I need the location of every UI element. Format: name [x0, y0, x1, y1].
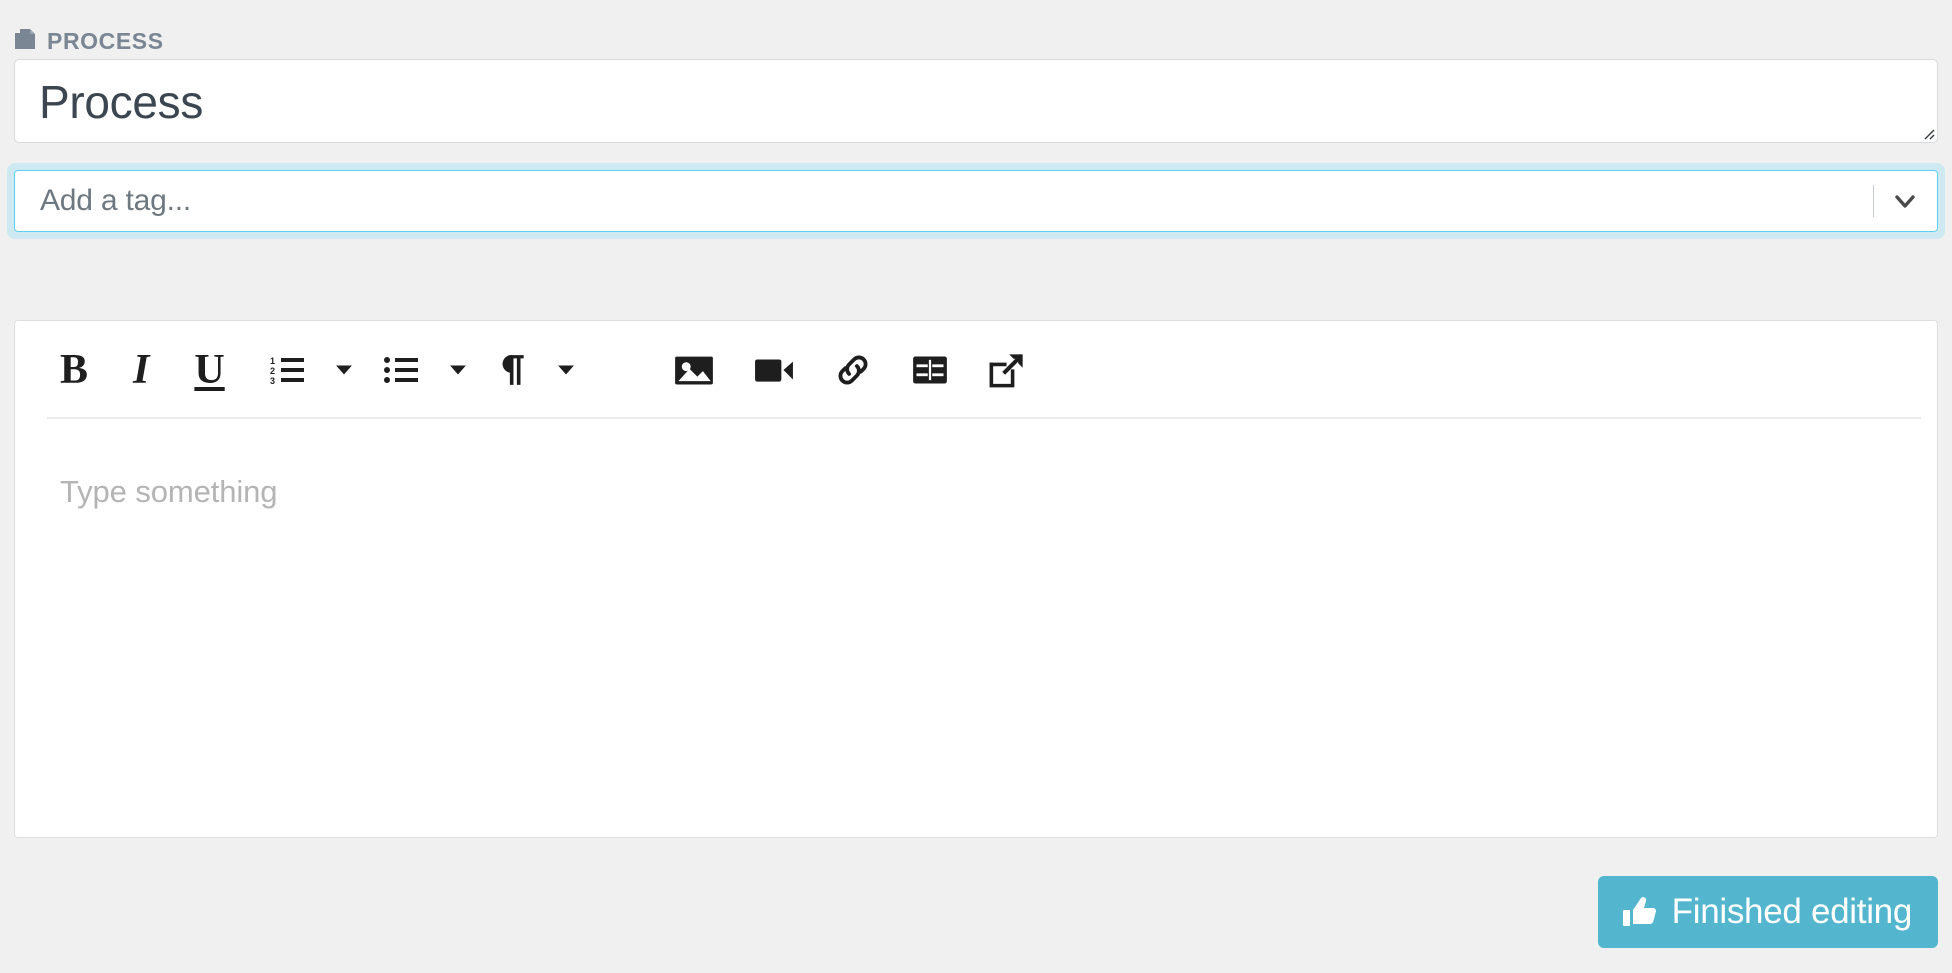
tag-select-focus-ring: Add a tag... [7, 163, 1945, 239]
chevron-down-icon[interactable] [1891, 187, 1919, 215]
insert-image-button[interactable] [674, 353, 714, 387]
section-header: PROCESS [14, 26, 164, 56]
footer-bar: Finished editing [0, 876, 1952, 973]
section-title: PROCESS [47, 27, 164, 54]
paragraph-format-dropdown[interactable] [554, 358, 578, 382]
svg-text:3: 3 [270, 376, 275, 385]
tag-input-placeholder: Add a tag... [40, 184, 192, 217]
resize-grip-icon[interactable] [1919, 124, 1935, 140]
caret-down-icon [449, 363, 467, 377]
editor-page: PROCESS Process Add a tag... B I U 1 2 3… [0, 0, 1952, 973]
editor-placeholder: Type something [60, 474, 278, 509]
editor-toolbar: B I U 1 2 3 [15, 321, 1937, 419]
unordered-list-button[interactable] [383, 355, 418, 385]
editor-content-area[interactable]: Type something [15, 419, 1937, 837]
insert-table-button[interactable] [912, 353, 948, 387]
ordered-list-dropdown[interactable] [332, 358, 356, 382]
copy-pages-icon [14, 28, 38, 54]
svg-text:2: 2 [270, 366, 275, 376]
italic-icon: I [133, 347, 150, 393]
finished-editing-button[interactable]: Finished editing [1597, 876, 1938, 948]
unordered-list-icon [383, 355, 418, 385]
image-icon [674, 353, 714, 387]
pilcrow-icon [498, 353, 526, 387]
finished-editing-label: Finished editing [1671, 892, 1913, 931]
unordered-list-dropdown[interactable] [446, 358, 470, 382]
ordered-list-icon: 1 2 3 [270, 355, 304, 385]
video-camera-icon [754, 355, 794, 385]
underline-icon: U [194, 347, 225, 393]
title-textarea[interactable]: Process [14, 59, 1938, 143]
caret-down-icon [557, 363, 575, 377]
svg-text:1: 1 [270, 356, 275, 366]
external-link-icon [988, 351, 1026, 389]
fullscreen-button[interactable] [988, 351, 1026, 389]
ordered-list-button[interactable]: 1 2 3 [270, 355, 304, 385]
title-value: Process [39, 76, 204, 128]
tag-select[interactable]: Add a tag... [14, 170, 1938, 232]
thumbs-up-icon [1622, 894, 1658, 930]
tag-select-separator [1873, 185, 1874, 217]
underline-button[interactable]: U [194, 349, 224, 391]
insert-link-button[interactable] [834, 351, 872, 389]
caret-down-icon [335, 363, 353, 377]
bold-button[interactable]: B [60, 349, 88, 391]
link-icon [834, 351, 872, 389]
rich-text-editor: B I U 1 2 3 Type something [14, 320, 1938, 838]
insert-video-button[interactable] [754, 355, 794, 385]
italic-button[interactable]: I [133, 349, 149, 391]
table-icon [912, 353, 948, 387]
paragraph-format-button[interactable] [498, 353, 526, 387]
bold-icon: B [60, 347, 89, 393]
